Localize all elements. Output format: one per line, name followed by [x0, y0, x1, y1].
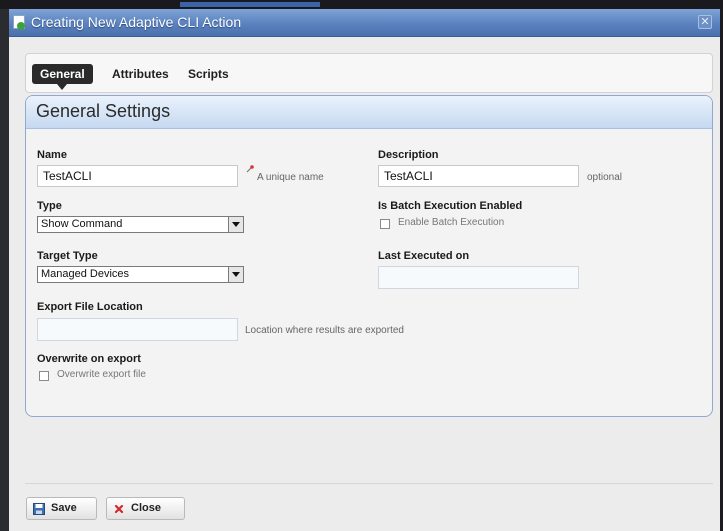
batch-label: Is Batch Execution Enabled — [378, 200, 523, 212]
tab-bar: General Attributes Scripts — [25, 53, 713, 93]
export-location-label: Export File Location — [37, 301, 143, 313]
description-hint: optional — [587, 172, 623, 183]
save-button[interactable]: Save — [26, 497, 97, 520]
batch-checkbox-label[interactable]: Enable Batch Execution — [398, 217, 504, 228]
new-document-icon — [13, 15, 25, 30]
name-input[interactable]: TestACLI — [37, 165, 238, 187]
tab-scripts[interactable]: Scripts — [180, 64, 237, 84]
overwrite-label: Overwrite on export — [37, 353, 141, 365]
overwrite-checkbox-label[interactable]: Overwrite export file — [57, 369, 146, 380]
background-highlight — [180, 2, 320, 7]
background-window-top — [0, 0, 723, 9]
export-location-hint: Location where results are exported — [245, 325, 404, 336]
target-type-label: Target Type — [37, 250, 98, 262]
description-label: Description — [378, 149, 439, 161]
background-window-edge — [0, 0, 9, 531]
general-settings-panel: General Settings Name TestACLI A unique … — [25, 95, 713, 417]
overwrite-checkbox[interactable] — [39, 371, 49, 381]
panel-header: General Settings — [26, 96, 712, 129]
last-executed-field[interactable] — [378, 266, 579, 289]
export-location-input[interactable] — [37, 318, 238, 341]
type-select[interactable]: Show Command — [37, 216, 244, 233]
last-executed-label: Last Executed on — [378, 250, 470, 262]
name-label: Name — [37, 149, 67, 161]
floppy-disk-icon — [33, 503, 45, 515]
footer-divider — [25, 483, 713, 484]
tab-general[interactable]: General — [32, 64, 93, 90]
required-marker-icon — [246, 165, 254, 173]
chevron-down-icon[interactable] — [228, 267, 243, 282]
description-input[interactable]: TestACLI — [378, 165, 579, 187]
create-aclI-action-dialog: Creating New Adaptive CLI Action ✕ Gener… — [9, 9, 720, 531]
close-icon[interactable]: ✕ — [698, 15, 712, 29]
name-hint: A unique name — [257, 172, 324, 183]
close-button[interactable]: Close — [106, 497, 185, 520]
close-x-icon — [114, 504, 124, 514]
target-type-select[interactable]: Managed Devices — [37, 266, 244, 283]
batch-checkbox[interactable] — [380, 219, 390, 229]
tab-attributes[interactable]: Attributes — [104, 64, 177, 84]
dialog-titlebar[interactable]: Creating New Adaptive CLI Action ✕ — [9, 9, 720, 37]
type-select-value: Show Command — [41, 218, 123, 230]
dialog-title: Creating New Adaptive CLI Action — [31, 14, 242, 30]
target-type-select-value: Managed Devices — [41, 268, 130, 280]
chevron-down-icon[interactable] — [228, 217, 243, 232]
panel-title: General Settings — [36, 101, 171, 121]
type-label: Type — [37, 200, 62, 212]
save-button-label: Save — [51, 502, 77, 514]
close-button-label: Close — [131, 502, 161, 514]
